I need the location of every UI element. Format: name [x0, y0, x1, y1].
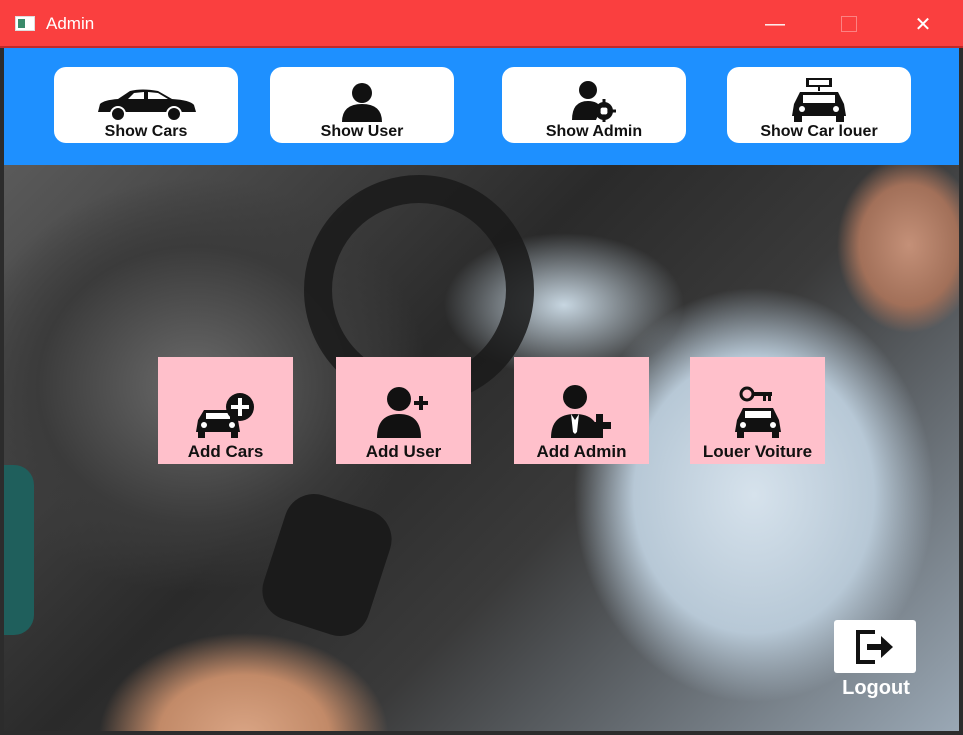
add-admin-icon [550, 385, 611, 438]
show-car-louer-label: Show Car louer [760, 123, 878, 140]
louer-voiture-label: Louer Voiture [702, 442, 813, 461]
show-cars-label: Show Cars [104, 123, 188, 140]
maximize-button[interactable] [826, 0, 872, 48]
app-icon [15, 16, 35, 31]
logout-label: Logout [842, 677, 910, 699]
add-user-label: Add User [365, 442, 442, 461]
logout-button[interactable] [834, 620, 916, 673]
car-key-icon [734, 386, 781, 438]
maximize-icon [841, 16, 857, 32]
add-car-icon [195, 393, 254, 438]
show-admin-button[interactable]: Show Admin [502, 67, 686, 143]
user-icon [342, 83, 382, 122]
admin-window: Admin — ✕ Show Cars Show User Show Admin… [0, 0, 963, 735]
show-admin-label: Show Admin [545, 123, 643, 140]
add-cars-label: Add Cars [187, 442, 264, 461]
close-button[interactable]: ✕ [900, 0, 946, 48]
rent-car-icon [792, 78, 846, 122]
close-icon: ✕ [914, 13, 932, 36]
window-title: Admin [46, 14, 95, 33]
louer-voiture-tile[interactable]: Louer Voiture [690, 357, 825, 464]
add-admin-tile[interactable]: Add Admin [514, 357, 649, 464]
add-admin-label: Add Admin [536, 442, 627, 461]
add-user-icon [376, 387, 428, 438]
car-key-fob [254, 486, 400, 644]
add-user-tile[interactable]: Add User [336, 357, 471, 464]
logout-icon [856, 629, 893, 664]
toolbar: Show Cars Show User Show Admin Show Car … [4, 48, 959, 165]
show-user-label: Show User [320, 123, 404, 140]
admin-gear-icon [572, 81, 616, 122]
show-user-button[interactable]: Show User [270, 67, 454, 143]
add-cars-tile[interactable]: Add Cars [158, 357, 293, 464]
title-bar: Admin — ✕ [0, 0, 963, 48]
minimize-icon: — [765, 12, 785, 35]
car-icon [98, 89, 196, 122]
show-cars-button[interactable]: Show Cars [54, 67, 238, 143]
show-car-louer-button[interactable]: Show Car louer [727, 67, 911, 143]
arm-sleeve [4, 465, 34, 635]
minimize-button[interactable]: — [752, 0, 798, 48]
